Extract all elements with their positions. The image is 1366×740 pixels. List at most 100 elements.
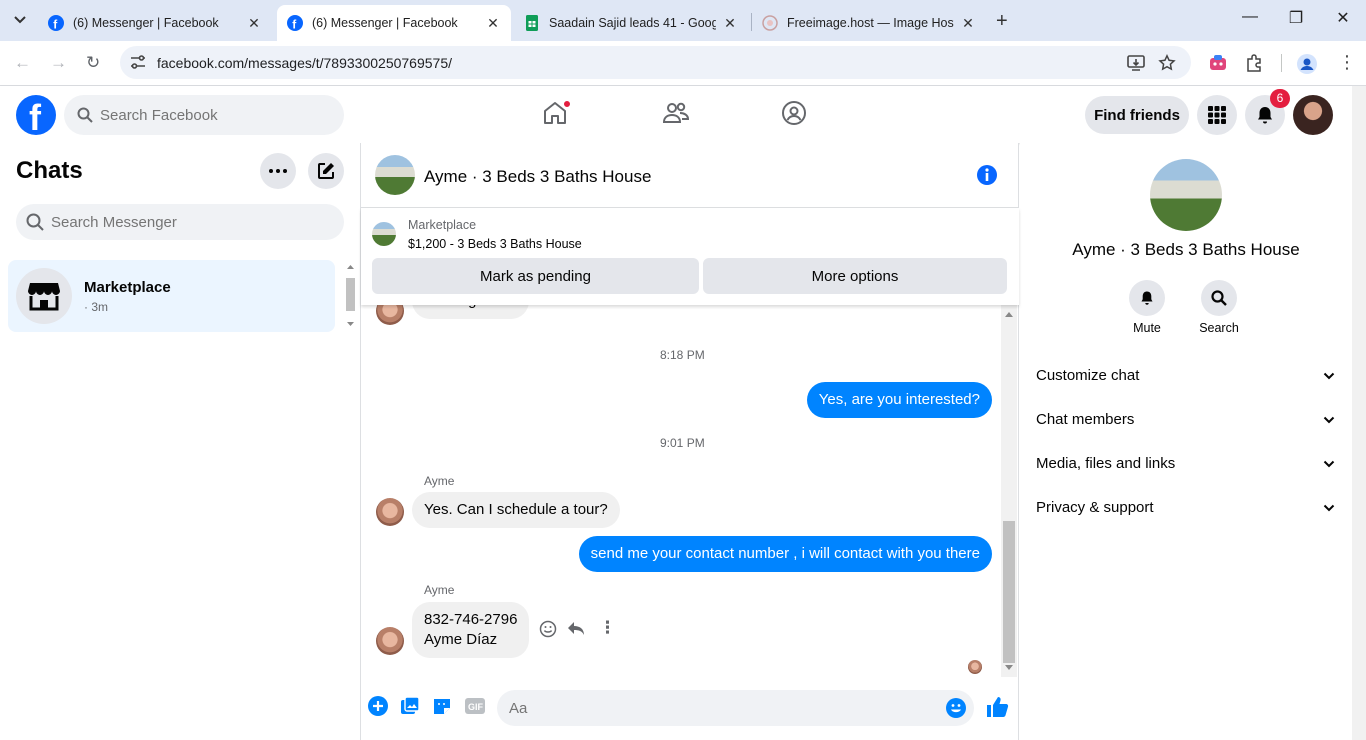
account-avatar[interactable] — [1293, 95, 1333, 135]
listing-thumbnail[interactable] — [372, 222, 396, 246]
listing-price-title[interactable]: $1,200 - 3 Beds 3 Baths House — [408, 237, 582, 251]
toolbar-divider — [1281, 54, 1282, 72]
browser-tab-2-active[interactable]: f (6) Messenger | Facebook ✕ — [277, 5, 511, 41]
emoji-picker-icon[interactable] — [945, 697, 967, 719]
close-window-icon[interactable]: ✕ — [1320, 8, 1366, 28]
install-app-icon[interactable] — [1126, 54, 1146, 72]
new-message-icon[interactable] — [308, 153, 344, 189]
reload-icon[interactable]: ↻ — [86, 53, 100, 73]
browser-tab-3[interactable]: Saadain Sajid leads 41 - Google ✕ — [514, 5, 748, 41]
chat-options-icon[interactable] — [260, 153, 296, 189]
message-bubble-incoming[interactable]: Message sent — [412, 305, 530, 319]
tab-search-icon[interactable] — [7, 8, 33, 32]
restore-icon[interactable]: ❐ — [1273, 8, 1319, 28]
url-text[interactable]: facebook.com/messages/t/7893300250769575… — [157, 55, 452, 71]
chevron-down-icon — [1323, 416, 1335, 424]
message-input-field[interactable] — [497, 690, 974, 726]
profile-icon[interactable] — [1297, 54, 1317, 74]
messages-scrollbar[interactable] — [1001, 305, 1017, 677]
message-bubble-outgoing[interactable]: Yes, are you interested? — [806, 382, 992, 418]
like-thumbs-up-icon[interactable] — [985, 695, 1009, 719]
message-bubble-incoming[interactable]: Yes. Can I schedule a tour? — [412, 492, 620, 528]
facebook-search[interactable] — [64, 95, 344, 135]
sender-avatar[interactable] — [376, 627, 404, 655]
bell-icon — [1129, 280, 1165, 316]
freeimage-icon — [762, 15, 778, 31]
page-scrollbar[interactable] — [1352, 86, 1366, 740]
section-label: Media, files and links — [1036, 455, 1176, 472]
info-icon[interactable] — [976, 164, 998, 186]
notification-count-badge: 6 — [1270, 89, 1290, 108]
sender-name: Ayme — [424, 583, 455, 597]
menu-grid-icon[interactable] — [1197, 95, 1237, 135]
messenger-search-input[interactable] — [51, 204, 331, 240]
search-icon — [26, 213, 44, 231]
listing-avatar[interactable] — [375, 155, 415, 195]
mute-label: Mute — [1133, 321, 1161, 335]
marketplace-label: Marketplace — [408, 218, 477, 232]
sender-avatar[interactable] — [376, 498, 404, 526]
close-tab-icon[interactable]: ✕ — [485, 15, 501, 32]
close-tab-icon[interactable]: ✕ — [246, 15, 262, 32]
find-friends-button[interactable]: Find friends — [1085, 96, 1189, 134]
gif-icon[interactable]: GIF — [464, 696, 486, 716]
omnibox[interactable]: facebook.com/messages/t/7893300250769575… — [120, 46, 1191, 79]
search-action[interactable]: Search — [1189, 280, 1249, 335]
reply-icon[interactable] — [567, 621, 585, 637]
more-options-button[interactable]: More options — [703, 258, 1007, 294]
mute-action[interactable]: Mute — [1117, 280, 1177, 335]
listing-profile-image[interactable] — [1150, 159, 1222, 231]
facebook-header: f Find friends — [0, 86, 1352, 143]
facebook-icon: f — [48, 15, 64, 31]
react-emoji-icon[interactable] — [539, 620, 557, 638]
sender-avatar — [376, 305, 404, 325]
site-settings-icon[interactable] — [129, 54, 147, 70]
browser-tab-bar: f (6) Messenger | Facebook ✕ f (6) Messe… — [0, 0, 1366, 41]
extension-icon[interactable] — [1208, 54, 1228, 72]
search-icon — [77, 107, 93, 123]
facebook-search-input[interactable] — [100, 95, 330, 135]
back-icon[interactable]: ← — [14, 53, 31, 73]
new-tab-icon[interactable]: + — [996, 10, 1008, 33]
section-media-files-links[interactable]: Media, files and links — [1036, 455, 1336, 485]
seen-receipt-avatar — [968, 660, 982, 674]
section-privacy-support[interactable]: Privacy & support — [1036, 499, 1336, 529]
forward-icon[interactable]: → — [50, 53, 67, 73]
sticker-icon[interactable] — [432, 696, 452, 716]
chat-list-scrollbar[interactable] — [343, 260, 358, 332]
chevron-down-icon — [1323, 504, 1335, 512]
message-composer: GIF — [361, 688, 1019, 728]
conversation-header: Ayme · 3 Beds 3 Baths House — [361, 143, 1019, 208]
message-input[interactable] — [509, 690, 929, 726]
sender-name: Ayme — [424, 474, 455, 488]
home-notification-dot — [563, 100, 571, 108]
timestamp: 9:01 PM — [660, 436, 705, 450]
section-label: Privacy & support — [1036, 499, 1154, 516]
conversation-item-marketplace[interactable]: Marketplace · 3m — [8, 260, 335, 332]
groups-icon[interactable] — [781, 100, 807, 126]
attach-photo-icon[interactable] — [400, 696, 420, 716]
messenger-search[interactable] — [16, 204, 344, 240]
mark-as-pending-button[interactable]: Mark as pending — [372, 258, 699, 294]
message-more-icon[interactable]: ⋮ — [599, 618, 616, 638]
browser-tab-4[interactable]: Freeimage.host — Image Hostin ✕ — [752, 5, 986, 41]
facebook-logo[interactable]: f — [16, 95, 56, 138]
extensions-puzzle-icon[interactable] — [1245, 54, 1263, 72]
section-customize-chat[interactable]: Customize chat — [1036, 367, 1336, 397]
message-bubble-outgoing[interactable]: send me your contact number , i will con… — [578, 536, 992, 572]
close-tab-icon[interactable]: ✕ — [722, 15, 738, 32]
more-actions-plus-icon[interactable] — [368, 696, 388, 716]
browser-tab-1[interactable]: f (6) Messenger | Facebook ✕ — [38, 5, 272, 41]
friends-icon[interactable] — [662, 100, 690, 126]
message-bubble-incoming[interactable]: 832-746-2796 Ayme Díaz — [412, 602, 530, 658]
marketplace-listing-bar: Marketplace $1,200 - 3 Beds 3 Baths Hous… — [361, 208, 1019, 305]
details-name: Ayme · 3 Beds 3 Baths House — [1072, 240, 1300, 259]
section-chat-members[interactable]: Chat members — [1036, 411, 1336, 441]
minimize-icon[interactable]: — — [1227, 8, 1273, 26]
tab-title: (6) Messenger | Facebook — [73, 16, 219, 30]
bookmark-star-icon[interactable] — [1158, 54, 1176, 72]
conversation-title[interactable]: Ayme · 3 Beds 3 Baths House — [424, 167, 651, 187]
close-tab-icon[interactable]: ✕ — [960, 15, 976, 32]
browser-menu-icon[interactable]: ⋮ — [1338, 52, 1356, 73]
chevron-down-icon — [1323, 372, 1335, 380]
